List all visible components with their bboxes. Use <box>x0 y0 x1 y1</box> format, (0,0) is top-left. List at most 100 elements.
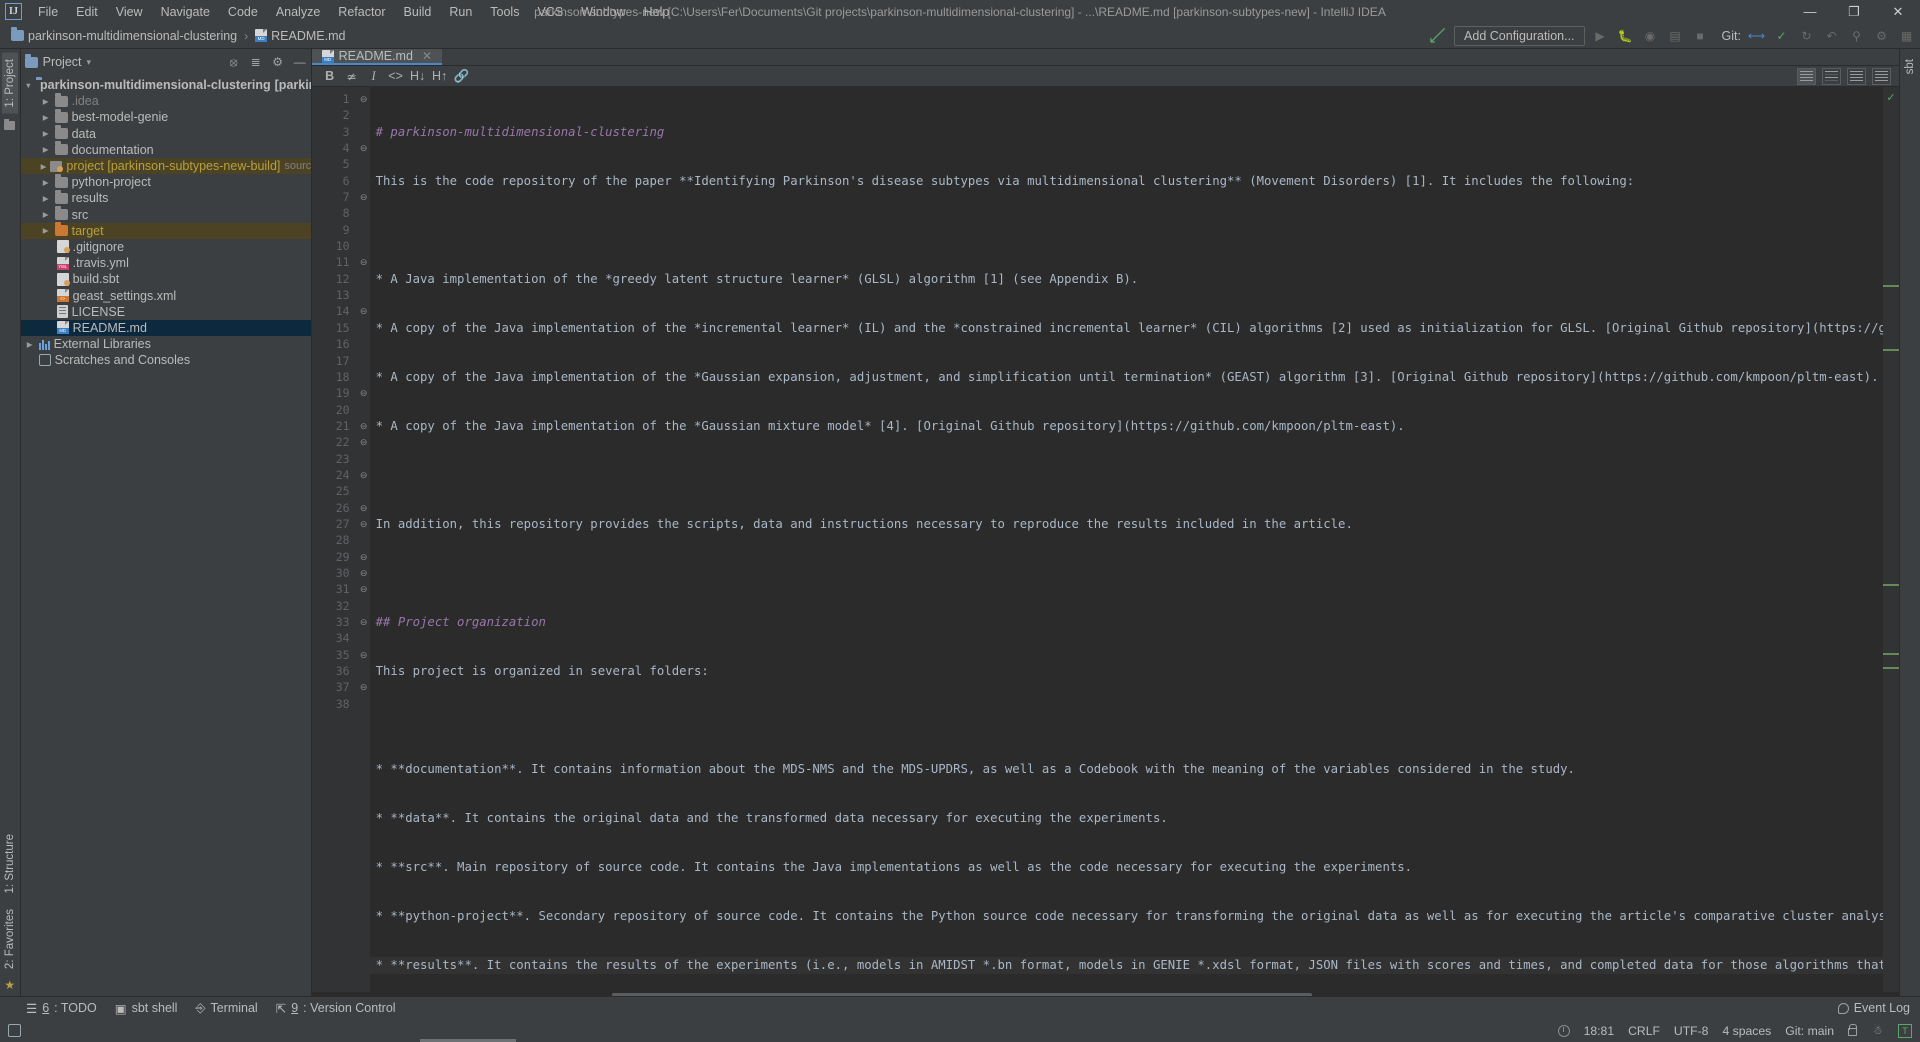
tree-row-python-project[interactable]: ▶ python-project <box>21 173 311 190</box>
search-everywhere-button[interactable]: ⚲ <box>1847 26 1866 45</box>
chevron-right-icon[interactable]: ▶ <box>41 162 47 171</box>
heading-down-button[interactable]: H↓ <box>408 66 428 86</box>
chevron-right-icon[interactable]: ▶ <box>41 178 51 187</box>
fold-marker[interactable]: ⊖ <box>358 647 370 663</box>
tree-row-documentation[interactable]: ▶ documentation <box>21 141 311 158</box>
git-branch[interactable]: Git: main <box>1785 1024 1834 1038</box>
fold-marker[interactable]: ⊖ <box>358 516 370 532</box>
menu-refactor[interactable]: Refactor <box>329 3 394 21</box>
fold-marker[interactable] <box>358 287 370 303</box>
fold-marker[interactable] <box>358 483 370 499</box>
close-button[interactable]: ✕ <box>1876 0 1920 23</box>
tree-row-gitignore[interactable]: .gitignore <box>21 239 311 255</box>
fold-marker[interactable] <box>358 369 370 385</box>
fold-marker[interactable] <box>358 320 370 336</box>
menu-file[interactable]: File <box>29 3 67 21</box>
minimize-button[interactable]: — <box>1788 0 1832 23</box>
tool-button-todo[interactable]: ☰ 6 : TODO <box>26 1001 97 1016</box>
profile-button[interactable]: ▤ <box>1666 26 1685 45</box>
menu-code[interactable]: Code <box>219 3 267 21</box>
tool-button-terminal[interactable]: ⎆ Terminal <box>195 1001 257 1016</box>
menu-tools[interactable]: Tools <box>481 3 528 21</box>
breadcrumb-project[interactable]: parkinson-multidimensional-clustering <box>8 27 240 44</box>
fold-marker[interactable]: ⊖ <box>358 418 370 434</box>
close-tab-icon[interactable]: ✕ <box>422 49 432 63</box>
tree-row-best-model-genie[interactable]: ▶ best-model-genie <box>21 108 311 125</box>
fold-marker[interactable] <box>358 402 370 418</box>
indent-setting[interactable]: 4 spaces <box>1722 1024 1771 1038</box>
strikethrough-button[interactable]: ≄ <box>342 66 362 86</box>
project-tree[interactable]: ▼ parkinson-multidimensional-clustering … <box>20 75 311 996</box>
inspection-status-icon[interactable]: ✓ <box>1886 91 1895 104</box>
bold-button[interactable]: B <box>320 66 340 86</box>
tree-row-scratches[interactable]: Scratches and Consoles <box>21 352 311 368</box>
fold-marker[interactable]: ⊖ <box>358 189 370 205</box>
caret-position[interactable]: 18:81 <box>1584 1024 1615 1038</box>
code-content[interactable]: # parkinson-multidimensional-clustering … <box>369 87 1884 992</box>
fold-marker[interactable] <box>358 630 370 646</box>
fold-marker[interactable]: ⊖ <box>358 91 370 107</box>
chevron-right-icon[interactable]: ▶ <box>41 129 51 138</box>
chevron-right-icon[interactable]: ▶ <box>41 113 51 122</box>
breadcrumb-file[interactable]: README.md <box>252 28 348 44</box>
fold-marker[interactable] <box>358 107 370 123</box>
status-badge[interactable]: T <box>1898 1023 1912 1038</box>
fold-marker[interactable]: ⊖ <box>358 679 370 695</box>
menu-edit[interactable]: Edit <box>67 3 107 21</box>
fold-marker[interactable] <box>358 353 370 369</box>
run-coverage-button[interactable]: ◉ <box>1641 26 1660 45</box>
file-encoding[interactable]: UTF-8 <box>1674 1024 1709 1038</box>
project-view-dropdown-icon[interactable]: ▾ <box>87 57 92 68</box>
editor-markup-scrollbar[interactable]: ✓ <box>1883 87 1900 992</box>
fold-marker[interactable] <box>358 205 370 221</box>
fold-marker[interactable] <box>358 156 370 172</box>
fold-marker[interactable] <box>358 598 370 614</box>
view-mode-preview[interactable] <box>1847 67 1867 85</box>
tree-row-external-libraries[interactable]: ▶ External Libraries <box>21 336 311 352</box>
tree-row-root[interactable]: ▼ parkinson-multidimensional-clustering … <box>21 76 311 93</box>
chevron-right-icon[interactable]: ▶ <box>25 340 35 349</box>
tree-row-buildsbt[interactable]: build.sbt <box>21 271 311 287</box>
editor-tab-readme[interactable]: README.md ✕ <box>311 49 442 65</box>
debug-button[interactable]: 🐛 <box>1616 26 1635 45</box>
fold-marker[interactable]: ⊖ <box>358 581 370 597</box>
menu-view[interactable]: View <box>107 3 152 21</box>
run-button[interactable]: ▶ <box>1591 26 1610 45</box>
tree-row-src[interactable]: ▶ src <box>21 206 311 223</box>
fold-marker[interactable]: ⊖ <box>358 467 370 483</box>
line-separator[interactable]: CRLF <box>1628 1024 1660 1038</box>
project-structure-button[interactable]: ▦ <box>1897 26 1916 45</box>
favorites-star-icon[interactable]: ★ <box>4 978 15 992</box>
menu-analyze[interactable]: Analyze <box>267 3 329 21</box>
italic-button[interactable]: I <box>364 66 384 86</box>
memory-indicator-icon[interactable] <box>8 1024 21 1037</box>
fold-marker[interactable]: ⊖ <box>358 303 370 319</box>
inspector-icon[interactable]: ☃ <box>1871 1024 1884 1037</box>
view-mode-editor[interactable] <box>1797 67 1817 85</box>
fold-marker[interactable] <box>358 173 370 189</box>
tool-button-version-control[interactable]: ⇱ 9 : Version Control <box>276 1001 396 1016</box>
tree-row-data[interactable]: ▶ data <box>21 125 311 142</box>
tool-tab-favorites[interactable]: 2: Favorites <box>2 903 18 975</box>
vcs-rollback-button[interactable]: ↶ <box>1822 26 1841 45</box>
fold-marker[interactable]: ⊖ <box>358 500 370 516</box>
fold-marker[interactable] <box>358 238 370 254</box>
menu-navigate[interactable]: Navigate <box>152 3 219 21</box>
chevron-right-icon[interactable]: ▶ <box>41 194 51 203</box>
collapse-all-icon[interactable]: ≣ <box>249 55 263 69</box>
tree-row-license[interactable]: LICENSE <box>21 304 311 320</box>
vcs-commit-button[interactable]: ✓ <box>1772 26 1791 45</box>
unlocked-icon[interactable] <box>1848 1024 1857 1036</box>
pane-settings-icon[interactable]: ⚙ <box>271 55 285 69</box>
fold-marker[interactable] <box>358 532 370 548</box>
fold-marker[interactable] <box>358 222 370 238</box>
tree-row-geast-settings[interactable]: <> geast_settings.xml <box>21 287 311 303</box>
menu-build[interactable]: Build <box>395 3 441 21</box>
tree-row-travis[interactable]: YML .travis.yml <box>21 255 311 271</box>
fold-marker[interactable]: ⊖ <box>358 434 370 450</box>
editor-viewport[interactable]: 1 2 3 4 5 6 7 8 9 10 11 12 13 14 15 16 1 <box>311 87 1900 992</box>
fold-marker[interactable] <box>358 336 370 352</box>
vcs-update-button[interactable]: ⟷ <box>1747 26 1766 45</box>
tree-row-results[interactable]: ▶ results <box>21 189 311 206</box>
tool-button-sbt-shell[interactable]: ▣ sbt shell <box>115 1001 178 1016</box>
